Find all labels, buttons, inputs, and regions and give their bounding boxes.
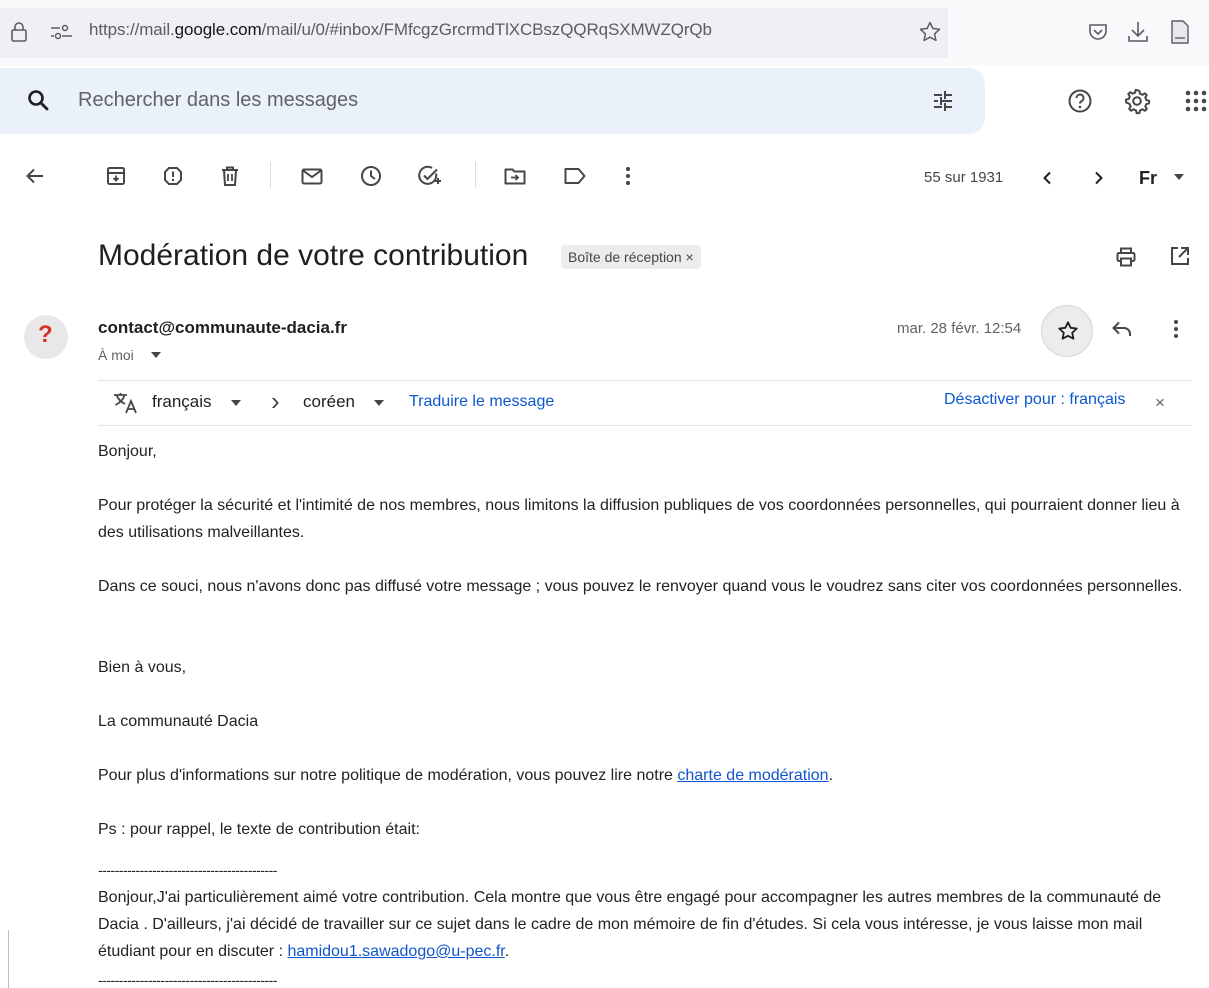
student-email-link[interactable]: hamidou1.sawadogo@u-pec.fr (287, 943, 504, 960)
apps-grid-icon[interactable] (1185, 90, 1209, 112)
quote-separator: ----------------------------------------… (98, 862, 277, 878)
remove-label-button[interactable]: × (686, 249, 694, 265)
recipient-details[interactable]: À moi (98, 347, 134, 363)
pocket-icon[interactable] (1087, 21, 1109, 43)
search-icon[interactable] (26, 88, 50, 112)
download-icon[interactable] (1127, 20, 1149, 44)
search-input[interactable]: Rechercher dans les messages (78, 89, 358, 112)
close-translate-button[interactable]: × (1155, 393, 1165, 413)
translate-message-link[interactable]: Traduire le message (409, 393, 554, 411)
delete-icon[interactable] (221, 166, 239, 186)
message-subject: Modération de votre contribution (98, 239, 529, 272)
next-icon[interactable] (1094, 171, 1104, 185)
label-name: Boîte de réception (568, 249, 682, 265)
body-paragraph: Dans ce souci, nous n'avons donc pas dif… (98, 578, 1183, 595)
message-date: mar. 28 févr. 12:54 (897, 320, 1022, 337)
back-arrow-icon[interactable] (25, 166, 45, 186)
print-icon[interactable] (1116, 247, 1136, 267)
add-to-tasks-icon[interactable] (418, 165, 442, 187)
toolbar-divider (475, 162, 476, 188)
lock-icon[interactable] (10, 21, 28, 43)
more-options-icon[interactable] (625, 166, 631, 186)
window-edge (8, 930, 9, 988)
source-language-select[interactable]: français (152, 392, 212, 412)
url-text[interactable]: https://mail.google.com/mail/u/0/#inbox/… (89, 20, 712, 40)
body-closing: Bien à vous, (98, 659, 187, 676)
settings-icon[interactable] (1123, 87, 1151, 115)
moderation-charter-link[interactable]: charte de modération (677, 767, 828, 784)
body-signature: La communauté Dacia (98, 713, 259, 730)
message-more-icon[interactable] (1173, 319, 1179, 339)
move-to-icon[interactable] (504, 167, 526, 185)
toolbar-divider (270, 162, 271, 188)
body-ps: Ps : pour rappel, le texte de contributi… (98, 821, 420, 838)
permissions-icon[interactable] (50, 24, 74, 40)
star-button[interactable] (1041, 305, 1093, 357)
pdf-icon[interactable] (1170, 19, 1190, 45)
report-spam-icon[interactable] (163, 166, 183, 186)
help-icon[interactable] (1067, 88, 1093, 114)
previous-icon[interactable] (1042, 171, 1052, 185)
translate-arrow: › (271, 386, 280, 416)
chevron-down-icon[interactable] (1174, 174, 1184, 180)
body-policy: Pour plus d'informations sur notre polit… (98, 767, 834, 784)
chevron-down-icon[interactable] (374, 400, 384, 406)
filter-options-icon[interactable] (931, 89, 955, 113)
disable-translation-link[interactable]: Désactiver pour : français (944, 391, 1125, 409)
target-language-select[interactable]: coréen (303, 392, 355, 412)
mark-unread-icon[interactable] (301, 168, 323, 185)
chevron-down-icon[interactable] (231, 400, 241, 406)
avatar-glyph: ? (38, 321, 53, 348)
recipient-label: À moi (98, 347, 134, 363)
translate-icon (113, 392, 139, 414)
open-new-window-icon[interactable] (1170, 246, 1190, 266)
quote-separator: ----------------------------------------… (98, 972, 277, 988)
label-icon[interactable] (564, 167, 586, 185)
body-greeting: Bonjour, (98, 443, 157, 460)
reply-icon[interactable] (1112, 321, 1132, 337)
quoted-contribution: Bonjour,J'ai particulièrement aimé votre… (98, 889, 1162, 960)
star-icon (1057, 320, 1079, 342)
body-paragraph: Pour protéger la sécurité et l'intimité … (98, 497, 1180, 541)
chevron-down-icon[interactable] (151, 352, 161, 358)
bookmark-star-icon[interactable] (918, 20, 942, 44)
archive-icon[interactable] (106, 166, 126, 186)
inbox-label-chip[interactable]: Boîte de réception × (561, 245, 701, 269)
language-menu[interactable]: Fr (1139, 168, 1157, 189)
message-counter: 55 sur 1931 (924, 169, 1004, 186)
snooze-icon[interactable] (360, 165, 382, 187)
sender-email[interactable]: contact@communaute-dacia.fr (98, 318, 347, 338)
